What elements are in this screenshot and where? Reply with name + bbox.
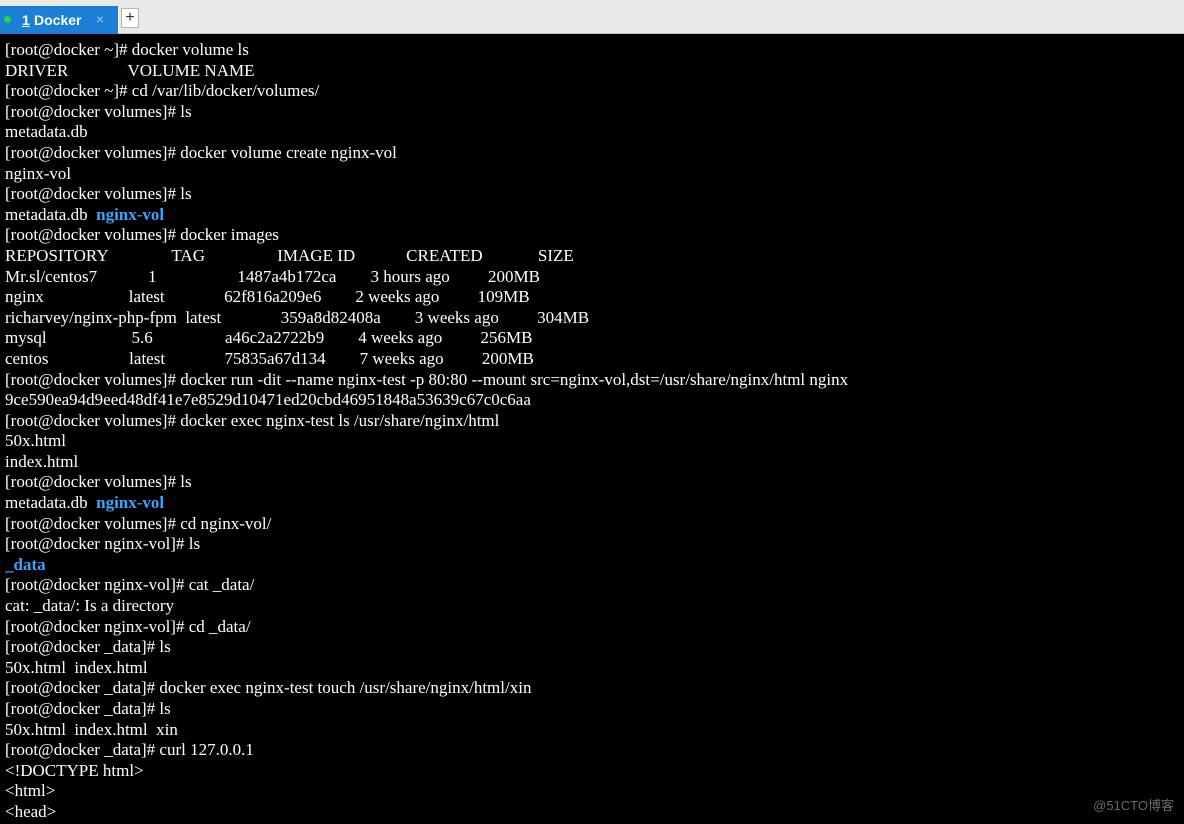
terminal-line: DRIVER VOLUME NAME <box>5 61 1184 82</box>
terminal-line: [root@docker _data]# curl 127.0.0.1 <box>5 740 1184 761</box>
terminal-line: REPOSITORY TAG IMAGE ID CREATED SIZE <box>5 246 1184 267</box>
terminal-text: [root@docker volumes]# docker images <box>5 225 279 245</box>
tab-title: Docker <box>34 12 82 28</box>
terminal-line: 9ce590ea94d9eed48df41e7e8529d10471ed20cb… <box>5 390 1184 411</box>
terminal-text: [root@docker _data]# ls <box>5 699 171 718</box>
terminal-line: [root@docker volumes]# docker images <box>5 225 1184 246</box>
close-tab-icon[interactable]: × <box>96 11 104 27</box>
terminal-text: 50x.html index.html <box>5 657 148 677</box>
terminal-text: 50x.html index.html xin <box>5 719 178 739</box>
terminal-line: 50x.html index.html xin <box>5 720 1184 741</box>
highlighted-entry: _data <box>5 554 46 574</box>
terminal-text: DRIVER VOLUME NAME <box>5 60 255 80</box>
terminal-line: [root@docker volumes]# ls <box>5 472 1184 493</box>
terminal-line: metadata.db nginx-vol <box>5 205 1184 226</box>
terminal-line: metadata.db nginx-vol <box>5 493 1184 514</box>
terminal-line: cat: _data/: Is a directory <box>5 596 1184 617</box>
terminal-text: [root@docker volumes]# ls <box>5 101 192 121</box>
terminal-line: [root@docker volumes]# docker volume cre… <box>5 143 1184 164</box>
terminal-line: 50x.html index.html <box>5 658 1184 679</box>
connection-status-icon <box>4 16 11 23</box>
tab-docker[interactable]: 1 Docker × <box>0 6 118 34</box>
terminal-text: [root@docker nginx-vol]# ls <box>5 534 201 554</box>
terminal-line: nginx-vol <box>5 164 1184 185</box>
terminal-line: Mr.sl/centos7 1 1487a4b172ca 3 hours ago… <box>5 267 1184 288</box>
terminal-text: nginx-vol <box>5 163 72 183</box>
terminal-line: [root@docker nginx-vol]# cd _data/ <box>5 617 1184 638</box>
terminal-line: [root@docker volumes]# ls <box>5 102 1184 123</box>
terminal-text: richarvey/nginx-php-fpm latest 359a8d824… <box>5 307 590 327</box>
terminal-line: [root@docker volumes]# cd nginx-vol/ <box>5 514 1184 535</box>
terminal-text: [root@docker volumes]# docker volume cre… <box>5 142 397 162</box>
terminal-line: [root@docker ~]# docker volume ls <box>5 40 1184 61</box>
terminal-text: [root@docker volumes]# docker exec nginx… <box>5 410 500 430</box>
terminal-text: nginx latest 62f816a209e6 2 weeks ago 10… <box>5 287 530 307</box>
tab-bar: 1 Docker × + <box>0 0 1184 34</box>
terminal-line: <html> <box>5 781 1184 802</box>
tab-number: 1 <box>22 12 30 28</box>
terminal-text: [root@docker ~]# docker volume ls <box>5 40 249 59</box>
terminal-text: metadata.db <box>5 493 97 513</box>
terminal-line: [root@docker _data]# docker exec nginx-t… <box>5 678 1184 699</box>
terminal-line: [root@docker _data]# ls <box>5 637 1184 658</box>
terminal-text: cat: _data/: Is a directory <box>5 596 174 616</box>
terminal-line: [root@docker volumes]# docker run -dit -… <box>5 370 1184 391</box>
terminal-text: index.html <box>5 451 79 471</box>
terminal-text: [root@docker _data]# docker exec nginx-t… <box>5 678 532 698</box>
terminal-line: <head> <box>5 802 1184 823</box>
terminal-text: metadata.db <box>5 204 97 224</box>
terminal-line: centos latest 75835a67d134 7 weeks ago 2… <box>5 349 1184 370</box>
terminal-line: [root@docker nginx-vol]# cat _data/ <box>5 575 1184 596</box>
watermark: @51CTO博客 <box>1093 798 1174 813</box>
terminal-line: [root@docker volumes]# docker exec nginx… <box>5 411 1184 432</box>
terminal-line: metadata.db <box>5 122 1184 143</box>
terminal-line: [root@docker volumes]# ls <box>5 184 1184 205</box>
terminal-text: [root@docker ~]# cd /var/lib/docker/volu… <box>5 81 320 101</box>
terminal-line: 50x.html <box>5 431 1184 452</box>
terminal-line: <!DOCTYPE html> <box>5 761 1184 782</box>
terminal-text: 9ce590ea94d9eed48df41e7e8529d10471ed20cb… <box>5 390 531 410</box>
terminal-text: [root@docker volumes]# docker run -dit -… <box>5 369 849 389</box>
terminal-line: richarvey/nginx-php-fpm latest 359a8d824… <box>5 308 1184 329</box>
terminal-line: [root@docker nginx-vol]# ls <box>5 534 1184 555</box>
terminal-text: 50x.html <box>5 431 66 451</box>
terminal-text: centos latest 75835a67d134 7 weeks ago 2… <box>5 348 534 368</box>
terminal-text: REPOSITORY TAG IMAGE ID CREATED SIZE <box>5 245 574 265</box>
terminal-text: [root@docker volumes]# cd nginx-vol/ <box>5 513 272 533</box>
terminal-text: <!DOCTYPE html> <box>5 760 144 780</box>
terminal-text: [root@docker volumes]# ls <box>5 184 192 204</box>
terminal-line: nginx latest 62f816a209e6 2 weeks ago 10… <box>5 287 1184 308</box>
terminal-text: [root@docker nginx-vol]# cat _data/ <box>5 575 255 595</box>
terminal-line: [root@docker _data]# ls <box>5 699 1184 720</box>
terminal-line: [root@docker ~]# cd /var/lib/docker/volu… <box>5 81 1184 102</box>
terminal-text: metadata.db <box>5 122 88 142</box>
highlighted-entry: nginx-vol <box>96 493 165 513</box>
terminal-text: [root@docker nginx-vol]# cd _data/ <box>5 616 251 636</box>
terminal-text: <head> <box>5 801 57 821</box>
terminal-text: mysql 5.6 a46c2a2722b9 4 weeks ago 256MB <box>5 328 533 348</box>
terminal-line: _data <box>5 555 1184 576</box>
terminal-text: [root@docker _data]# ls <box>5 637 171 657</box>
terminal-text: [root@docker volumes]# ls <box>5 472 192 492</box>
terminal-text: [root@docker _data]# curl 127.0.0.1 <box>5 740 254 760</box>
terminal-text: <html> <box>5 781 56 801</box>
new-tab-button[interactable]: + <box>121 8 139 28</box>
highlighted-entry: nginx-vol <box>96 204 165 224</box>
terminal-line: mysql 5.6 a46c2a2722b9 4 weeks ago 256MB <box>5 328 1184 349</box>
terminal-text: Mr.sl/centos7 1 1487a4b172ca 3 hours ago… <box>5 266 540 286</box>
terminal-output[interactable]: [root@docker ~]# docker volume ls DRIVER … <box>5 40 1184 824</box>
terminal-line: index.html <box>5 452 1184 473</box>
